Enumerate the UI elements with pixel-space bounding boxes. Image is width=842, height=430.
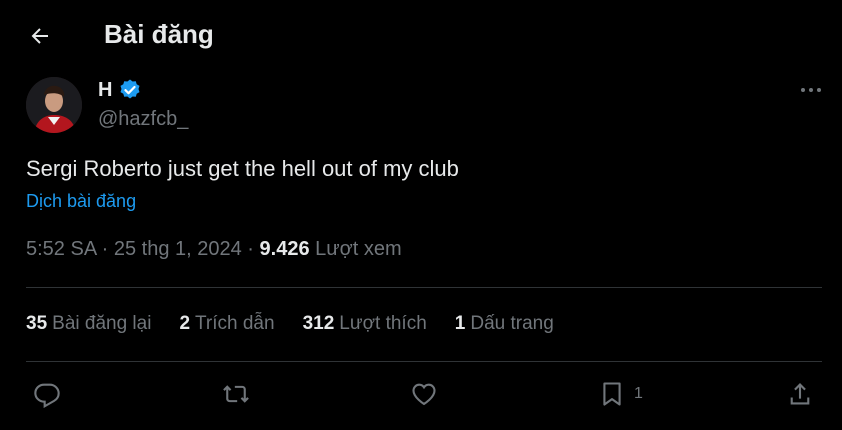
stat-label: Lượt thích	[339, 313, 427, 334]
tweet-meta: 5:52 SA · 25 thg 1, 2024 · 9.426 Lượt xe…	[26, 238, 402, 261]
avatar[interactable]	[26, 77, 82, 133]
tweet-time[interactable]: 5:52 SA	[26, 238, 96, 260]
stat-count: 35	[26, 313, 48, 334]
stat-bookmarks[interactable]: 1 Dấu trang	[455, 313, 554, 335]
translate-link[interactable]: Dịch bài đăng	[26, 191, 136, 212]
tweet-date[interactable]: 25 thg 1, 2024	[114, 238, 242, 260]
stat-reposts[interactable]: 35 Bài đăng lại	[26, 313, 151, 335]
retweet-icon[interactable]	[221, 380, 251, 408]
reply-icon[interactable]	[33, 380, 61, 408]
stat-label: Trích dẫn	[195, 313, 275, 334]
bookmark-count: 1	[634, 385, 643, 402]
header: Bài đăng	[0, 0, 842, 70]
divider	[26, 361, 822, 362]
stat-quotes[interactable]: 2 Trích dẫn	[179, 313, 274, 335]
share-icon[interactable]	[786, 380, 814, 408]
tweet-text: Sergi Roberto just get the hell out of m…	[26, 156, 459, 181]
like-icon[interactable]	[410, 380, 438, 408]
meta-separator: ·	[247, 238, 260, 260]
bookmark-icon[interactable]	[598, 380, 626, 408]
retweet-button[interactable]	[221, 380, 251, 408]
stat-count: 2	[179, 313, 191, 334]
author-name[interactable]: H	[98, 79, 112, 102]
page-title: Bài đăng	[104, 19, 214, 49]
author-handle[interactable]: @hazfcb_	[98, 108, 188, 131]
author-name-row[interactable]: H	[98, 78, 142, 102]
share-button[interactable]	[786, 380, 814, 408]
back-arrow-icon[interactable]	[26, 22, 54, 50]
meta-separator: ·	[101, 238, 114, 260]
stat-label: Dấu trang	[470, 313, 554, 334]
stat-count: 312	[302, 313, 335, 334]
like-button[interactable]	[410, 380, 438, 408]
bookmark-button[interactable]: 1	[598, 380, 643, 408]
engagement-stats: 35 Bài đăng lại 2 Trích dẫn 312 Lượt thích …	[26, 313, 582, 335]
stat-label: Bài đăng lại	[52, 313, 152, 334]
stat-count: 1	[454, 313, 466, 334]
views-count: 9.426	[259, 238, 310, 260]
stat-likes[interactable]: 312 Lượt thích	[303, 313, 427, 335]
more-icon[interactable]	[796, 80, 826, 100]
action-bar: 1	[0, 372, 842, 418]
views-label: Lượt xem	[315, 238, 402, 260]
reply-button[interactable]	[33, 380, 61, 408]
divider	[26, 287, 822, 288]
verified-badge-icon	[118, 78, 142, 102]
